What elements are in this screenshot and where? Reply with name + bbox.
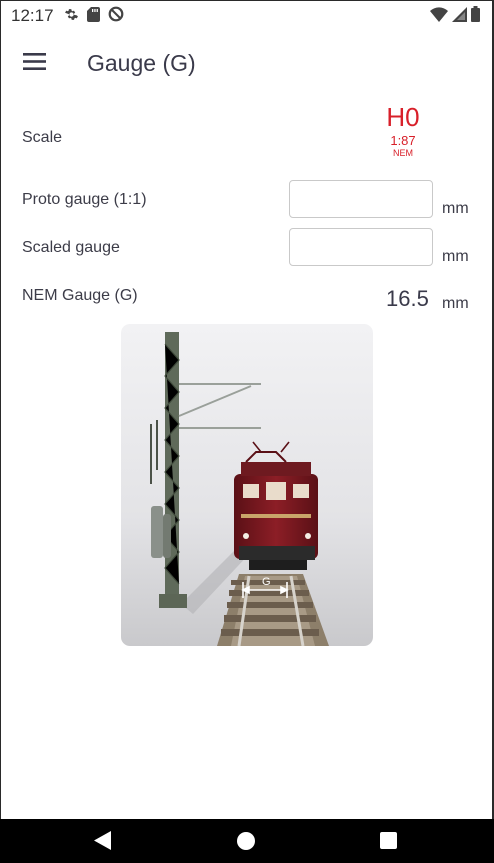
sd-card-icon: [87, 6, 100, 27]
nem-gauge-label: NEM Gauge (G): [22, 287, 138, 304]
home-icon[interactable]: [237, 832, 255, 850]
scaled-gauge-unit: mm: [442, 248, 469, 265]
data-saver-icon: [108, 6, 124, 27]
proto-gauge-label: Proto gauge (1:1): [22, 191, 147, 208]
status-time: 12:17: [11, 6, 54, 25]
back-icon[interactable]: [94, 831, 111, 855]
battery-icon: [471, 6, 480, 27]
proto-gauge-input[interactable]: [289, 180, 433, 218]
nem-gauge-unit: mm: [442, 295, 469, 312]
nem-gauge-value: 16.5: [386, 286, 429, 311]
signal-icon: [452, 6, 467, 27]
hamburger-menu-icon: [22, 53, 46, 75]
gauge-illustration: G: [121, 324, 373, 646]
system-navigation-bar: [0, 819, 494, 863]
scale-value: H0: [386, 102, 420, 132]
scale-label: Scale: [22, 129, 63, 146]
page-title: Gauge (G): [87, 50, 196, 76]
gauge-marker-label: G: [262, 576, 271, 588]
scaled-gauge-label: Scaled gauge: [22, 239, 120, 256]
gear-icon: [64, 7, 79, 27]
status-bar: 12:17: [0, 0, 494, 32]
proto-gauge-unit: mm: [442, 200, 469, 217]
hamburger-menu-button[interactable]: [14, 46, 54, 82]
app-bar: Gauge (G): [0, 32, 494, 96]
wifi-icon: [430, 6, 448, 27]
recents-icon[interactable]: [380, 832, 397, 849]
scale-standard: NEM: [393, 148, 413, 158]
scale-ratio: 1:87: [390, 133, 416, 148]
scaled-gauge-input[interactable]: [289, 228, 433, 266]
scale-selector[interactable]: H0 1:87 NEM: [372, 104, 434, 158]
